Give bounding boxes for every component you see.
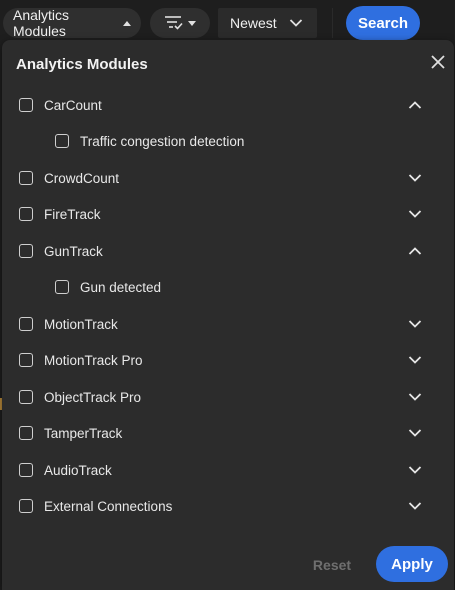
module-label: CrowdCount [44,170,120,186]
module-label: MotionTrack Pro [44,352,143,368]
module-checkbox[interactable] [19,98,33,112]
expand-toggle[interactable] [407,498,423,514]
analytics-modules-dropdown-label: Analytics Modules [13,7,70,39]
module-row-external-connections: External Connections [2,491,454,521]
module-checkbox[interactable] [19,207,33,221]
module-row-guntrack: GunTrack [2,236,454,266]
module-checkbox[interactable] [19,244,33,258]
module-checkbox[interactable] [19,499,33,513]
module-label: CarCount [44,97,102,113]
module-row-tampertrack: TamperTrack [2,418,454,448]
submodule-checkbox[interactable] [55,134,69,148]
expand-toggle[interactable] [407,170,423,186]
expand-toggle[interactable] [407,462,423,478]
module-checkbox[interactable] [19,426,33,440]
chevron-down-icon [408,466,422,474]
chevron-down-icon [289,15,303,31]
module-label: ObjectTrack Pro [44,389,142,405]
filter-lines-icon [164,14,184,33]
chevron-down-icon [408,356,422,364]
toolbar-divider [332,8,333,38]
caret-down-icon [188,20,196,26]
chevron-down-icon [408,174,422,182]
expand-toggle[interactable] [407,425,423,441]
reset-button[interactable]: Reset [306,553,358,577]
submodule-row: Traffic congestion detection [2,126,454,156]
panel-title: Analytics Modules [16,56,148,73]
module-checkbox[interactable] [19,353,33,367]
sort-dropdown-label: Newest [230,15,277,31]
module-checkbox[interactable] [19,171,33,185]
filter-dropdown[interactable] [150,8,210,38]
collapse-toggle[interactable] [407,243,423,259]
caret-up-icon [123,20,131,26]
chevron-down-icon [408,429,422,437]
expand-toggle[interactable] [407,206,423,222]
module-row-objecttrack-pro: ObjectTrack Pro [2,382,454,412]
expand-toggle[interactable] [407,352,423,368]
module-label: TamperTrack [44,425,123,441]
module-row-carcount: CarCount [2,90,454,120]
module-row-motiontrack-pro: MotionTrack Pro [2,345,454,375]
module-label: MotionTrack [44,316,118,332]
submodule-label: Gun detected [80,279,162,295]
module-row-crowdcount: CrowdCount [2,163,454,193]
chevron-down-icon [408,502,422,510]
apply-button[interactable]: Apply [376,546,448,582]
module-label: External Connections [44,498,173,514]
sort-dropdown[interactable]: Newest [218,8,317,38]
expand-toggle[interactable] [407,389,423,405]
module-checkbox[interactable] [19,390,33,404]
module-label: AudioTrack [44,462,112,478]
expand-toggle[interactable] [407,316,423,332]
module-row-firetrack: FireTrack [2,199,454,229]
module-label: FireTrack [44,206,101,222]
chevron-up-icon [408,247,422,255]
module-checkbox[interactable] [19,317,33,331]
chevron-down-icon [408,320,422,328]
close-button[interactable] [428,54,448,74]
module-row-audiotrack: AudioTrack [2,455,454,485]
chevron-down-icon [408,210,422,218]
submodule-label: Traffic congestion detection [80,133,245,149]
submodule-row: Gun detected [2,272,454,302]
search-button[interactable]: Search [346,6,420,40]
chevron-down-icon [408,393,422,401]
module-label: GunTrack [44,243,103,259]
submodule-checkbox[interactable] [55,280,69,294]
close-icon [431,54,445,74]
panel-footer: Reset Apply [2,545,454,585]
analytics-modules-dropdown[interactable]: Analytics Modules [3,7,141,39]
collapse-toggle[interactable] [407,97,423,113]
analytics-modules-panel: Analytics Modules CarCount Traffic conge… [2,40,454,590]
module-row-motiontrack: MotionTrack [2,309,454,339]
module-checkbox[interactable] [19,463,33,477]
chevron-up-icon [408,101,422,109]
